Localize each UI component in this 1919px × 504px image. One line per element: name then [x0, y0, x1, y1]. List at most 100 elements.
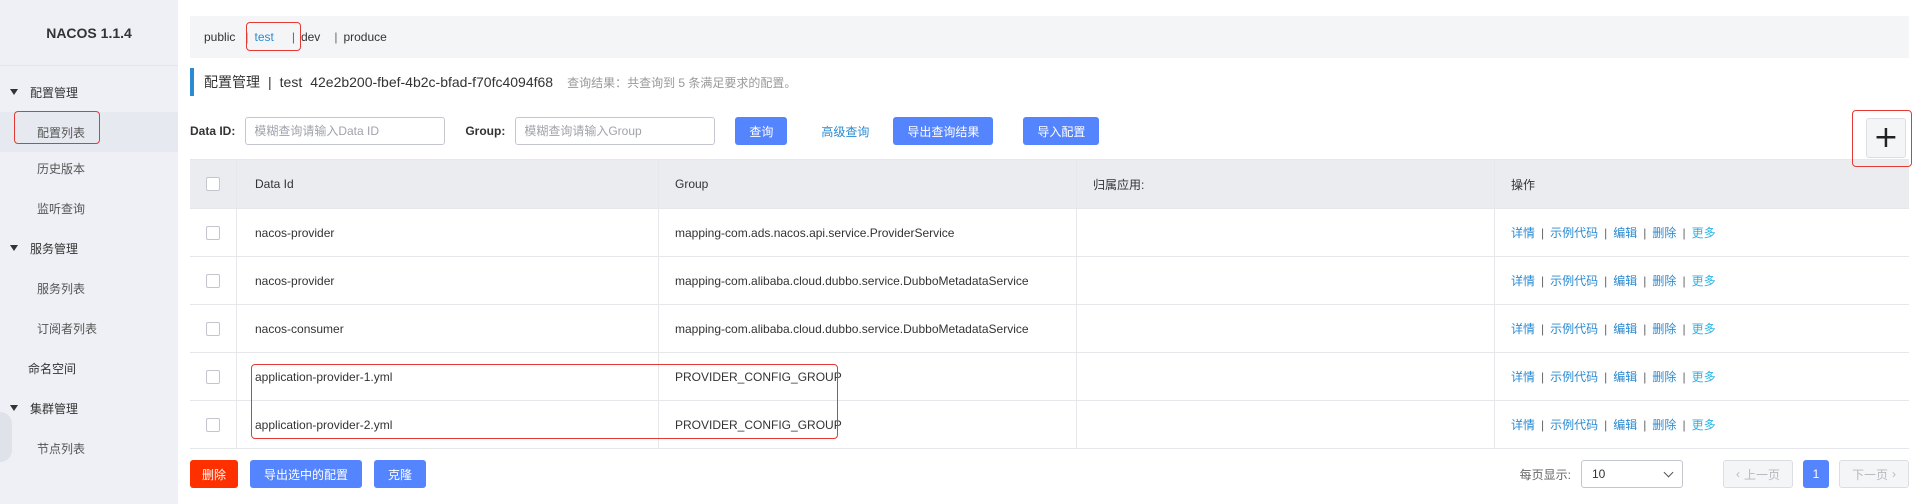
page-title-text: 配置管理 — [204, 74, 260, 90]
caret-down-icon — [10, 245, 18, 251]
sidebar-collapse-handle[interactable] — [0, 412, 12, 462]
edit-link[interactable]: 编辑 — [1613, 224, 1637, 241]
op-separator: | — [1541, 417, 1545, 432]
sidebar-item-namespace[interactable]: 命名空间 — [0, 348, 178, 388]
export-results-button[interactable]: 导出查询结果 — [893, 117, 994, 145]
op-separator: | — [1541, 273, 1545, 288]
cell-group: PROVIDER_CONFIG_GROUP — [659, 353, 1077, 400]
sidebar-item-label: 配置列表 — [37, 125, 86, 140]
table-header: Data Id Group 归属应用: 操作 — [190, 160, 1909, 209]
op-separator: | — [1604, 369, 1608, 384]
menu-group-service[interactable]: 服务管理 — [0, 228, 178, 268]
row-checkbox[interactable] — [206, 273, 220, 288]
cell-data-id: nacos-provider — [237, 257, 659, 304]
sidebar-item-label: 命名空间 — [28, 361, 77, 376]
namespace-test[interactable]: test — [254, 30, 273, 44]
edit-link[interactable]: 编辑 — [1613, 416, 1637, 433]
row-checkbox[interactable] — [206, 417, 220, 432]
sample-code-link[interactable]: 示例代码 — [1550, 272, 1598, 289]
prev-page-button[interactable]: ‹ 上一页 — [1722, 460, 1793, 488]
table-row: nacos-consumer mapping-com.alibaba.cloud… — [190, 305, 1909, 353]
op-separator: | — [1643, 225, 1647, 240]
row-checkbox[interactable] — [206, 369, 220, 384]
title-namespace: test — [279, 74, 303, 90]
next-page-button[interactable]: 下一页 › — [1838, 460, 1909, 488]
sidebar-item-label: 历史版本 — [37, 161, 86, 176]
more-link[interactable]: 更多 — [1692, 320, 1716, 337]
header-checkbox-cell — [190, 160, 237, 208]
detail-link[interactable]: 详情 — [1511, 320, 1535, 337]
delete-link[interactable]: 删除 — [1652, 416, 1676, 433]
delete-link[interactable]: 删除 — [1652, 368, 1676, 385]
menu-group-config[interactable]: 配置管理 — [0, 72, 178, 112]
query-result-hint: 查询结果：共查询到 5 条满足要求的配置。 — [567, 75, 797, 90]
row-checkbox-cell — [190, 401, 237, 448]
title-separator: | — [268, 74, 272, 90]
header-group: Group — [659, 160, 1077, 208]
cell-data-id: application-provider-2.yml — [237, 401, 659, 448]
row-checkbox-cell — [190, 353, 237, 400]
detail-link[interactable]: 详情 — [1511, 416, 1535, 433]
sidebar: NACOS 1.1.4 配置管理 配置列表 历史版本 监听查询 服务管理 服务列… — [0, 0, 178, 504]
sample-code-link[interactable]: 示例代码 — [1550, 416, 1598, 433]
row-checkbox-cell — [190, 209, 237, 256]
op-separator: | — [1604, 417, 1608, 432]
header-operations: 操作 — [1511, 177, 1536, 192]
sample-code-link[interactable]: 示例代码 — [1550, 368, 1598, 385]
delete-link[interactable]: 删除 — [1652, 320, 1676, 337]
edit-link[interactable]: 编辑 — [1613, 368, 1637, 385]
row-checkbox[interactable] — [206, 321, 220, 336]
pagination: 每页显示: 10 ‹ 上一页 1 下一页 › — [1520, 460, 1909, 488]
sidebar-item-history[interactable]: 历史版本 — [0, 148, 178, 188]
query-button[interactable]: 查询 — [735, 117, 788, 145]
namespace-dev[interactable]: dev — [301, 30, 320, 44]
config-table: Data Id Group 归属应用: 操作 nacos-provider ma… — [190, 159, 1909, 449]
op-separator: | — [1604, 225, 1608, 240]
namespace-separator: | — [245, 30, 249, 44]
sidebar-item-nodes[interactable]: 节点列表 — [0, 428, 178, 468]
prev-page-label: 上一页 — [1743, 467, 1780, 482]
more-link[interactable]: 更多 — [1692, 224, 1716, 241]
more-link[interactable]: 更多 — [1692, 368, 1716, 385]
namespace-public[interactable]: public — [204, 30, 235, 44]
edit-link[interactable]: 编辑 — [1613, 320, 1637, 337]
cell-group: mapping-com.alibaba.cloud.dubbo.service.… — [659, 257, 1077, 304]
more-link[interactable]: 更多 — [1692, 416, 1716, 433]
plus-icon: + — [1873, 120, 1899, 155]
delete-selected-button[interactable]: 删除 — [190, 460, 239, 488]
cell-operations: 详情 | 示例代码 | 编辑 | 删除 | 更多 — [1495, 257, 1909, 304]
edit-link[interactable]: 编辑 — [1613, 272, 1637, 289]
clone-button[interactable]: 克隆 — [374, 460, 427, 488]
more-link[interactable]: 更多 — [1692, 272, 1716, 289]
cell-app — [1077, 353, 1495, 400]
namespace-bar: public | test | dev | produce — [190, 16, 1909, 58]
page-size-select[interactable]: 10 — [1580, 460, 1683, 488]
row-checkbox[interactable] — [206, 225, 220, 240]
detail-link[interactable]: 详情 — [1511, 272, 1535, 289]
advanced-query-link[interactable]: 高级查询 — [807, 117, 883, 145]
namespace-produce[interactable]: produce — [343, 30, 386, 44]
sidebar-item-service-list[interactable]: 服务列表 — [0, 268, 178, 308]
detail-link[interactable]: 详情 — [1511, 224, 1535, 241]
op-separator: | — [1682, 273, 1686, 288]
detail-link[interactable]: 详情 — [1511, 368, 1535, 385]
menu-group-cluster[interactable]: 集群管理 — [0, 388, 178, 428]
add-config-button[interactable]: + — [1866, 118, 1906, 158]
page-size-value: 10 — [1591, 467, 1606, 481]
sample-code-link[interactable]: 示例代码 — [1550, 224, 1598, 241]
sidebar-item-config-list[interactable]: 配置列表 — [0, 112, 178, 152]
import-config-button[interactable]: 导入配置 — [1023, 117, 1100, 145]
export-selected-button[interactable]: 导出选中的配置 — [250, 460, 363, 488]
title-namespace-id: 42e2b200-fbef-4b2c-bfad-f70fc4094f68 — [310, 74, 554, 90]
table-footer: 删除 导出选中的配置 克隆 每页显示: 10 ‹ 上一页 1 下一页 › — [190, 460, 1909, 488]
page-title: 配置管理 | test 42e2b200-fbef-4b2c-bfad-f70f… — [190, 68, 796, 96]
data-id-input[interactable] — [245, 117, 446, 145]
sample-code-link[interactable]: 示例代码 — [1550, 320, 1598, 337]
group-input[interactable] — [515, 117, 716, 145]
sidebar-item-listener[interactable]: 监听查询 — [0, 188, 178, 228]
select-all-checkbox[interactable] — [206, 177, 220, 191]
delete-link[interactable]: 删除 — [1652, 224, 1676, 241]
delete-link[interactable]: 删除 — [1652, 272, 1676, 289]
current-page-number[interactable]: 1 — [1802, 460, 1829, 488]
sidebar-item-subscribers[interactable]: 订阅者列表 — [0, 308, 178, 348]
